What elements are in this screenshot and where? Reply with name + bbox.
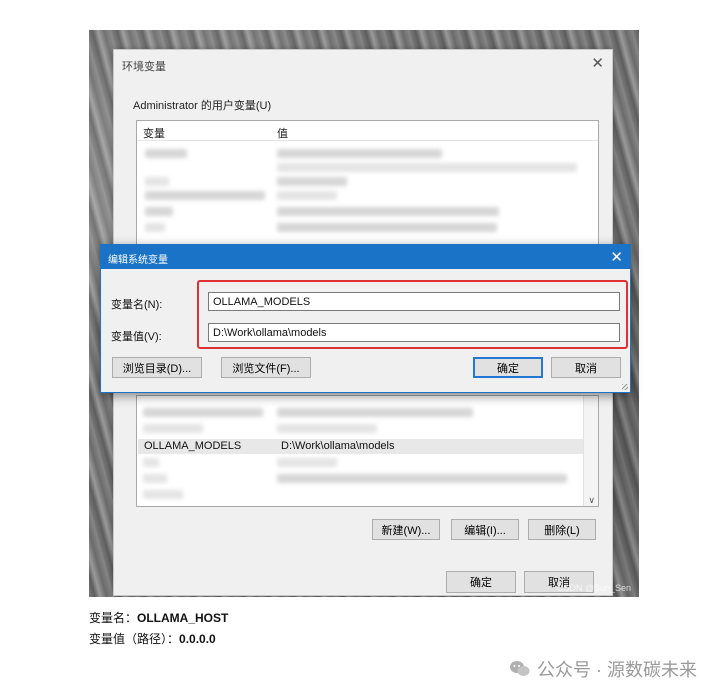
system-variables-list[interactable]: OLLAMA_MODELS D:\Work\ollama\models ∨ [136,395,599,507]
blurred-cell [277,207,499,216]
dialog-titlebar: 编辑系统变量 ✕ [101,245,630,269]
footer-watermark: 公众号 · 源数碳未来 [509,656,697,682]
blurred-cell [145,191,265,200]
blurred-cell [143,408,263,417]
footer-watermark-text: 公众号 · 源数碳未来 [537,660,697,680]
user-variables-list[interactable]: 变量 值 [136,120,599,250]
list-header: 变量 值 [137,123,598,141]
caption-label: 变量值（路径）： [89,632,180,646]
caption-value: 0.0.0.0 [179,632,216,646]
blurred-cell [277,149,442,158]
variable-value-field[interactable] [208,323,620,342]
caption-label: 变量名： [89,611,138,625]
blurred-cell [277,458,337,467]
blurred-cell [277,177,347,186]
blurred-cell [277,191,337,200]
variable-name-cell: OLLAMA_MODELS [144,440,242,452]
user-variables-group-label: Administrator 的用户变量(U) [133,100,272,112]
csdn-watermark: CSDN @Sun_Sen [556,583,631,593]
ok-button[interactable]: 确定 [473,357,543,378]
blurred-cell [277,408,473,417]
ok-button[interactable]: 确定 [446,571,516,593]
blurred-cell [145,223,165,232]
resize-grip-icon[interactable] [622,384,628,390]
blurred-cell [277,424,377,433]
blurred-cell [145,149,187,158]
blurred-cell [277,223,497,232]
wechat-icon [510,661,530,676]
edit-dialog-title: 编辑系统变量 [108,255,168,266]
blurred-cell [145,177,169,186]
chevron-down-icon[interactable]: ∨ [588,495,595,506]
browse-file-button[interactable]: 浏览文件(F)... [221,357,311,378]
variable-value-label: 变量值(V): [111,331,162,343]
caption-line-1: 变量名：OLLAMA_HOST [89,609,228,626]
blurred-cell [143,424,203,433]
table-row[interactable]: OLLAMA_MODELS D:\Work\ollama\models [138,439,584,454]
caption-line-2: 变量值（路径）：0.0.0.0 [89,630,216,647]
blurred-cell [143,474,167,483]
variable-name-field[interactable] [208,292,620,311]
caption-value: OLLAMA_HOST [137,611,229,625]
browse-directory-button[interactable]: 浏览目录(D)... [112,357,202,378]
close-icon[interactable]: ✕ [591,54,604,72]
new-button[interactable]: 新建(W)... [372,519,440,540]
variable-value-cell: D:\Work\ollama\models [281,440,395,452]
close-icon[interactable]: ✕ [610,248,623,266]
blurred-cell [143,458,159,467]
variable-name-label: 变量名(N): [111,299,163,311]
blurred-cell [277,474,567,483]
scrollbar[interactable]: ∨ [583,396,598,506]
edit-button[interactable]: 编辑(I)... [451,519,519,540]
blurred-cell [143,490,183,499]
column-value-header: 值 [277,128,288,140]
edit-system-variable-dialog: 编辑系统变量 ✕ 变量名(N): 变量值(V): 浏览目录(D)... 浏览文件… [100,244,631,393]
delete-button[interactable]: 删除(L) [528,519,596,540]
env-dialog-title: 环境变量 [122,61,166,73]
cancel-button[interactable]: 取消 [551,357,621,378]
blurred-cell [145,207,173,216]
blurred-cell [277,163,577,172]
column-name-header: 变量 [143,128,165,140]
